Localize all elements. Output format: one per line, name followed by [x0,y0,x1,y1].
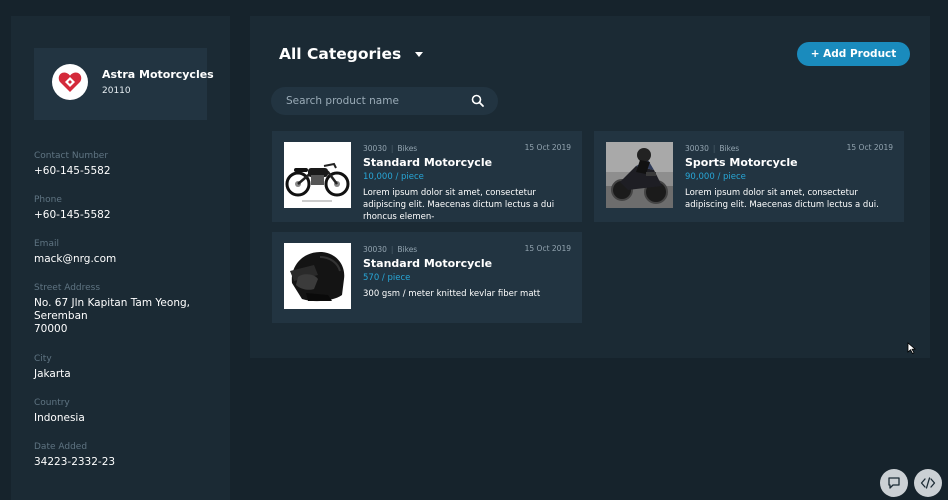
email-field: Email mack@nrg.com [34,239,116,266]
heart-logo-icon [52,64,88,100]
street-address-line: 70000 [34,323,68,335]
product-category: Bikes [397,245,418,254]
product-code: 30030 [685,144,709,153]
code-view-button[interactable] [914,469,942,497]
date-added-field: Date Added 34223-2332-23 [34,442,115,469]
street-address-line: Seremban [34,310,88,322]
category-dropdown[interactable]: All Categories [279,45,424,63]
product-meta: 30030 | Bikes [685,144,739,153]
search-input[interactable] [286,93,466,109]
product-meta: 30030 | Bikes [363,144,417,153]
date-added-label: Date Added [34,442,88,452]
email-value: mack@nrg.com [34,253,117,265]
contact-number-field: Contact Number +60-145-5582 [34,151,111,178]
category-label: All Categories [279,45,402,63]
company-card: Astra Motorcycles 20110 [34,48,214,120]
email-label: Email [34,239,59,249]
street-address-line: No. 67 Jln Kapitan Tam Yeong, [34,297,190,309]
search-icon[interactable] [471,94,485,108]
product-card[interactable]: 30030 | Bikes 15 Oct 2019 Sports Motorcycl… [594,131,904,222]
phone-value: +60-145-5582 [34,209,111,221]
search-bar [271,87,498,115]
phone-field: Phone +60-145-5582 [34,195,111,222]
product-date: 15 Oct 2019 [524,143,571,152]
product-code: 30030 [363,144,387,153]
product-date: 15 Oct 2019 [524,244,571,253]
product-price: 570 / piece [363,273,411,283]
product-title: Sports Motorcycle [685,156,798,169]
mouse-cursor-icon [907,342,916,354]
product-code: 30030 [363,245,387,254]
add-product-button[interactable]: + Add Product [797,42,910,66]
street-address-field: Street Address No. 67 Jln Kapitan Tam Ye… [34,283,190,336]
country-label: Country [34,398,70,408]
chat-button[interactable] [880,469,908,497]
product-title: Standard Motorcycle [363,257,493,270]
sports-motorcycle-photo [606,142,673,208]
product-title: Standard Motorcycle [363,156,493,169]
product-description: Lorem ipsum dolor sit amet, consectetur … [363,188,555,222]
contact-number-label: Contact Number [34,151,109,161]
chevron-down-icon [415,51,424,57]
city-value: Jakarta [34,368,71,380]
product-description: Lorem ipsum dolor sit amet, consectetur … [685,188,879,210]
product-price: 90,000 / piece [685,172,746,182]
product-card[interactable]: 30030 | Bikes 15 Oct 2019 Standard Motorcy… [272,232,582,323]
company-id: 20110 [102,86,131,96]
product-category: Bikes [397,144,418,153]
city-label: City [34,354,52,364]
country-field: Country Indonesia [34,398,85,425]
code-icon [920,477,936,489]
phone-label: Phone [34,195,62,205]
company-name: Astra Motorcycles [102,68,214,81]
motorcycle-helmet-photo [284,243,351,309]
meta-separator: | [390,245,394,254]
products-panel: All Categories + Add Product Search prod… [250,16,930,358]
contact-number-value: +60-145-5582 [34,165,111,177]
street-address-label: Street Address [34,283,101,293]
product-date: 15 Oct 2019 [846,143,893,152]
company-sidebar: Astra Motorcycles 20110 Contact Number +… [11,16,230,500]
country-value: Indonesia [34,412,85,424]
chat-icon [888,477,900,489]
product-category: Bikes [719,144,740,153]
product-meta: 30030 | Bikes [363,245,417,254]
standard-motorcycle-photo [284,142,351,208]
date-added-value: 34223-2332-23 [34,456,116,468]
meta-separator: | [712,144,716,153]
product-description: 300 gsm / meter knitted kevlar fiber mat… [363,289,541,299]
product-card[interactable]: 30030 | Bikes 15 Oct 2019 Standard Motorcy… [272,131,582,222]
city-field: City Jakarta [34,354,71,381]
product-price: 10,000 / piece [363,172,424,182]
meta-separator: | [390,144,394,153]
